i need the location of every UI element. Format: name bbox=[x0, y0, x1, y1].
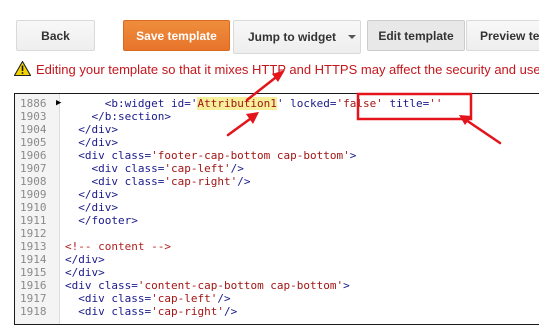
line-number: 1907 bbox=[20, 162, 47, 175]
code-line: 1903 </b:section> bbox=[15, 110, 539, 123]
back-button[interactable]: Back bbox=[16, 20, 95, 51]
code-line: 1917 <div class='cap-left'/> bbox=[15, 292, 539, 305]
code-line: 1916 <div class='content-cap-bottom cap-b… bbox=[15, 279, 539, 292]
line-number: 1916 bbox=[20, 279, 47, 292]
code-text: <div class='cap-left'/> bbox=[65, 162, 244, 175]
code-text: <b:widget id='Attribution1' locked='fals… bbox=[65, 97, 443, 110]
line-number: 1903 bbox=[20, 110, 47, 123]
code-line: 1907 <div class='cap-left'/> bbox=[15, 162, 539, 175]
code-line: 1913 <!-- content --> bbox=[15, 240, 539, 253]
code-line: 1918 <div class='cap-right'/> bbox=[15, 305, 539, 318]
save-template-button[interactable]: Save template bbox=[123, 20, 230, 51]
code-line: 1910 </div> bbox=[15, 201, 539, 214]
line-number: 1906 bbox=[20, 149, 47, 162]
code-text: <div class='footer-cap-bottom cap-bottom… bbox=[65, 149, 357, 162]
line-number: 1918 bbox=[20, 305, 47, 318]
line-number: 1908 bbox=[20, 175, 47, 188]
code-text: </div> bbox=[65, 201, 118, 214]
line-number: 1912 bbox=[20, 227, 47, 240]
code-text: </div> bbox=[65, 123, 118, 136]
preview-template-tab[interactable]: Preview te bbox=[466, 20, 539, 51]
code-line: 1915 </div> bbox=[15, 266, 539, 279]
line-number: 1904 bbox=[20, 123, 47, 136]
code-text: <div class='content-cap-bottom cap-botto… bbox=[65, 279, 350, 292]
line-number: 1911 bbox=[20, 214, 47, 227]
code-text: </div> bbox=[65, 188, 118, 201]
code-text: <div class='cap-right'/> bbox=[65, 305, 238, 318]
code-text: </div> bbox=[65, 136, 118, 149]
code-text: </div> bbox=[65, 253, 105, 266]
edit-template-tab[interactable]: Edit template bbox=[367, 20, 465, 51]
warning-icon bbox=[14, 61, 31, 76]
code-line: 1904 </div> bbox=[15, 123, 539, 136]
code-line: 1911 </footer> bbox=[15, 214, 539, 227]
jump-to-widget-label: Jump to widget bbox=[248, 30, 336, 44]
chevron-down-icon bbox=[348, 35, 356, 39]
code-line: 1908 <div class='cap-right'/> bbox=[15, 175, 539, 188]
line-number: 1910 bbox=[20, 201, 47, 214]
code-text: <!-- content --> bbox=[65, 240, 171, 253]
template-toolbar: Back Save template Jump to widget Edit t… bbox=[0, 0, 539, 58]
code-line: 1912 bbox=[15, 227, 539, 240]
line-number: 1886 bbox=[20, 97, 47, 110]
code-text: </b:section> bbox=[65, 110, 171, 123]
code-line: 1905 </div> bbox=[15, 136, 539, 149]
line-number: 1917 bbox=[20, 292, 47, 305]
code-line: 1914 </div> bbox=[15, 253, 539, 266]
code-line: 1886 ▶ <b:widget id='Attribution1' locked… bbox=[15, 97, 539, 110]
code-line: 1906 <div class='footer-cap-bottom cap-b… bbox=[15, 149, 539, 162]
code-line: 1909 </div> bbox=[15, 188, 539, 201]
code-text: </footer> bbox=[65, 214, 138, 227]
line-number: 1909 bbox=[20, 188, 47, 201]
code-text: <div class='cap-right'/> bbox=[65, 175, 251, 188]
line-number: 1905 bbox=[20, 136, 47, 149]
line-number: 1913 bbox=[20, 240, 47, 253]
code-text: </div> bbox=[65, 266, 105, 279]
mixed-content-warning: Editing your template so that it mixes H… bbox=[14, 60, 539, 80]
line-number: 1915 bbox=[20, 266, 47, 279]
jump-to-widget-dropdown[interactable]: Jump to widget bbox=[233, 20, 361, 54]
warning-text: Editing your template so that it mixes H… bbox=[36, 62, 539, 77]
fold-marker-icon[interactable]: ▶ bbox=[56, 97, 61, 110]
code-editor[interactable]: 1886 ▶ <b:widget id='Attribution1' locked… bbox=[14, 93, 539, 325]
code-text: <div class='cap-left'/> bbox=[65, 292, 231, 305]
line-number: 1914 bbox=[20, 253, 47, 266]
